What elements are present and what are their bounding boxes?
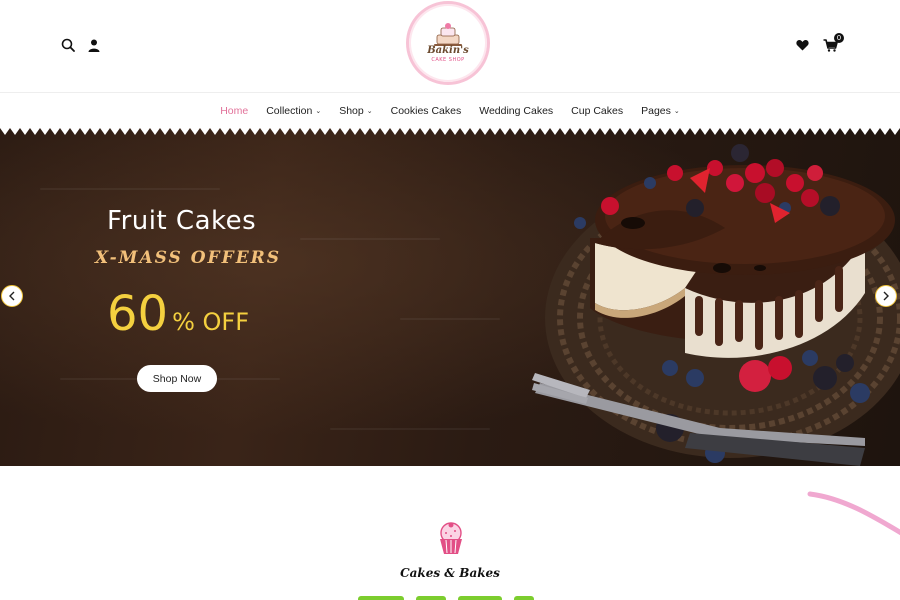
nav-item-label: Home [220, 105, 249, 117]
nav-item-pages[interactable]: Pages ⌄ [632, 105, 689, 117]
nav-item-collection[interactable]: Collection ⌄ [257, 105, 330, 117]
chevron-left-icon [9, 291, 15, 301]
header-right-tools: 0 [794, 33, 844, 53]
wood-streak [400, 318, 500, 320]
site-header: Bakin's CAKE SHOP 0 [0, 0, 900, 93]
hero-offer: 60 % OFF [107, 286, 249, 342]
cart-icon[interactable]: 0 [822, 33, 844, 53]
wood-streak [330, 428, 490, 430]
section-heading-cropped [358, 592, 548, 600]
nav-item-label: Wedding Cakes [479, 105, 554, 117]
chevron-down-icon: ⌄ [315, 108, 322, 115]
logo-name: Bakin's [427, 45, 469, 56]
hero-title: Fruit Cakes [107, 206, 257, 236]
hero-subtitle: X-MASS OFFERS [95, 248, 282, 268]
site-logo[interactable]: Bakin's CAKE SHOP [406, 1, 490, 85]
chevron-right-icon [883, 291, 889, 301]
slider-next-button[interactable] [875, 285, 897, 307]
nav-item-cookies-cakes[interactable]: Cookies Cakes [382, 105, 471, 117]
section-tagline: Cakes & Bakes [400, 566, 500, 580]
logo-cake-icon [434, 23, 462, 46]
decorative-swirl [807, 491, 900, 536]
heart-icon[interactable] [794, 37, 810, 53]
chevron-down-icon: ⌄ [366, 108, 373, 115]
cupcake-icon [440, 522, 462, 554]
user-icon[interactable] [86, 37, 102, 53]
slider-prev-button[interactable] [1, 285, 23, 307]
shop-now-button[interactable]: Shop Now [137, 365, 217, 392]
nav-item-home[interactable]: Home [211, 105, 257, 117]
nav-item-label: Cookies Cakes [390, 105, 462, 117]
nav-item-label: Pages [641, 105, 671, 117]
search-icon[interactable] [60, 37, 76, 53]
chevron-down-icon: ⌄ [673, 108, 680, 115]
nav-item-cup-cakes[interactable]: Cup Cakes [562, 105, 632, 117]
wood-streak [300, 238, 440, 240]
nav-item-wedding-cakes[interactable]: Wedding Cakes [470, 105, 562, 117]
nav-item-shop[interactable]: Shop ⌄ [330, 105, 381, 117]
header-left-tools [60, 37, 102, 53]
nav-item-label: Shop [339, 105, 364, 117]
nav-item-label: Cup Cakes [571, 105, 624, 117]
hero-slider: Fruit Cakes X-MASS OFFERS 60 % OFF Shop … [0, 128, 900, 466]
offer-percent-label: % OFF [172, 308, 250, 336]
nav-item-label: Collection [266, 105, 313, 117]
offer-percent-number: 60 [107, 286, 169, 342]
cart-count-badge: 0 [834, 33, 844, 43]
hero-cake-image [532, 144, 900, 466]
logo-subtitle: CAKE SHOP [431, 57, 465, 63]
wood-streak [40, 188, 220, 190]
main-navigation: Home Collection ⌄ Shop ⌄ Cookies Cakes Wedding… [0, 94, 900, 128]
intro-section: Cakes & Bakes [0, 466, 900, 600]
